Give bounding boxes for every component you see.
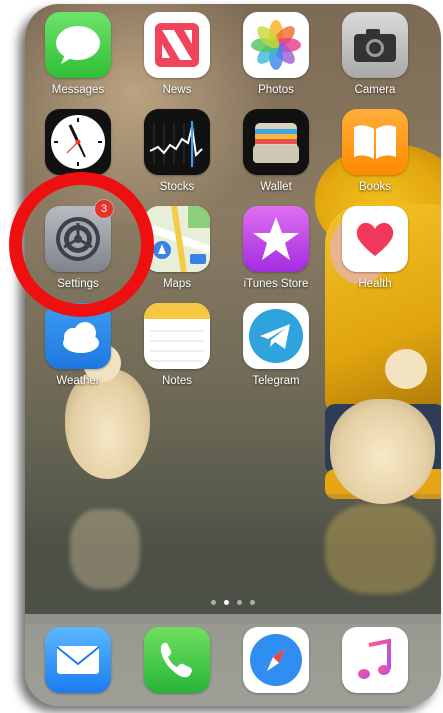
app-label: Wallet xyxy=(260,181,292,193)
app-label: Camera xyxy=(354,84,396,96)
books-icon xyxy=(342,109,408,175)
app-label: Telegram xyxy=(252,375,300,387)
news-icon xyxy=(144,12,210,78)
page-dot xyxy=(250,600,255,605)
app-label: Weather xyxy=(56,375,100,387)
app-label: iTunes Store xyxy=(243,278,309,290)
page-dot xyxy=(237,600,242,605)
app-telegram[interactable]: Telegram xyxy=(236,303,316,388)
notes-icon xyxy=(144,303,210,369)
page-frame: Messages News Photos Camera Stocks Walle… xyxy=(0,0,443,713)
dock-app-music[interactable] xyxy=(335,627,415,693)
app-messages[interactable]: Messages xyxy=(38,12,118,97)
phone-screen: Messages News Photos Camera Stocks Walle… xyxy=(25,4,441,706)
telegram-icon xyxy=(243,303,309,369)
page-dot xyxy=(211,600,216,605)
app-label: Notes xyxy=(161,375,193,387)
dock xyxy=(25,614,441,706)
safari-icon xyxy=(243,627,309,693)
app-stocks[interactable]: Stocks xyxy=(137,109,217,194)
app-photos[interactable]: Photos xyxy=(236,12,316,97)
phone-icon xyxy=(144,627,210,693)
app-label: Photos xyxy=(258,84,294,96)
dock-app-safari[interactable] xyxy=(236,627,316,693)
music-icon xyxy=(342,627,408,693)
app-news[interactable]: News xyxy=(137,12,217,97)
app-label: Health xyxy=(358,278,392,290)
app-notes[interactable]: Notes xyxy=(137,303,217,388)
app-health[interactable]: Health xyxy=(335,206,415,291)
app-label: News xyxy=(162,84,192,96)
wallet-icon xyxy=(243,109,309,175)
app-label: Maps xyxy=(162,278,192,290)
page-dot-active xyxy=(224,600,229,605)
health-icon xyxy=(342,206,408,272)
app-label: Books xyxy=(359,181,391,193)
wallpaper-duck xyxy=(330,399,435,504)
app-books[interactable]: Books xyxy=(335,109,415,194)
app-label: Messages xyxy=(51,84,105,96)
stocks-icon xyxy=(144,109,210,175)
clock-icon xyxy=(45,109,111,175)
itunes-store-icon xyxy=(243,206,309,272)
app-itunes-store[interactable]: iTunes Store xyxy=(236,206,316,291)
messages-icon xyxy=(45,12,111,78)
photos-icon xyxy=(243,12,309,78)
dock-app-phone[interactable] xyxy=(137,627,217,693)
app-wallet[interactable]: Wallet xyxy=(236,109,316,194)
maps-icon xyxy=(144,206,210,272)
mail-icon xyxy=(45,627,111,693)
camera-icon xyxy=(342,12,408,78)
app-camera[interactable]: Camera xyxy=(335,12,415,97)
app-clock[interactable] xyxy=(38,109,118,180)
dock-app-mail[interactable] xyxy=(38,627,118,693)
page-indicator[interactable] xyxy=(25,592,441,610)
highlight-circle-settings xyxy=(9,172,154,317)
app-label: Stocks xyxy=(159,181,195,193)
